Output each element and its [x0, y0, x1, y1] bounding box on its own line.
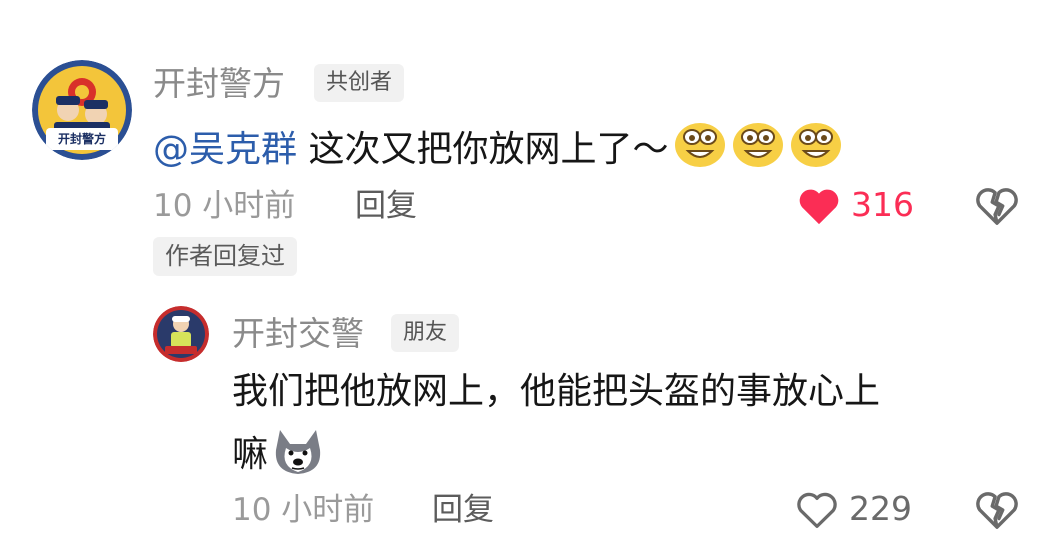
like-count: 316 — [851, 185, 914, 224]
grinning-emoji — [791, 123, 842, 167]
friend-badge: 朋友 — [391, 314, 460, 352]
comment-timestamp: 10 小时前 — [153, 188, 296, 224]
heart-outline-icon — [797, 492, 837, 528]
comment-body: 这次又把你放网上了～ — [297, 129, 669, 170]
comment-author[interactable]: 开封警方 — [153, 62, 285, 106]
reply-like-count: 229 — [849, 489, 912, 528]
reply-text-line2: 嘛 — [232, 426, 326, 479]
reply-dislike-button[interactable] — [974, 488, 1020, 534]
reply-button[interactable]: 回复 — [355, 186, 417, 226]
avatar-kaifeng-police[interactable]: 开封警方 — [32, 60, 132, 160]
dislike-button[interactable] — [974, 184, 1020, 230]
husky-emoji — [275, 430, 321, 474]
reply-author[interactable]: 开封交警 — [232, 312, 364, 356]
traffic-police-avatar-icon — [153, 306, 209, 362]
broken-heart-icon — [976, 492, 1018, 529]
grinning-emoji — [675, 123, 726, 167]
reply-timestamp: 10 小时前 — [232, 492, 375, 528]
cocreator-badge: 共创者 — [314, 64, 405, 102]
avatar-label: 开封警方 — [57, 132, 106, 146]
reply-text-line1: 我们把他放网上，他能把头盔的事放心上 — [232, 371, 881, 412]
comment-text: @吴克群 这次又把你放网上了～ — [153, 121, 842, 174]
grinning-emoji — [733, 123, 784, 167]
heart-filled-icon — [799, 189, 839, 225]
broken-heart-icon — [976, 188, 1018, 225]
mention-link[interactable]: @吴克群 — [153, 129, 297, 170]
reply-text-tail: 嘛 — [232, 434, 269, 475]
author-replied-tag: 作者回复过 — [153, 237, 297, 276]
avatar-kaifeng-traffic-police[interactable] — [153, 306, 209, 362]
reply-reply-button[interactable]: 回复 — [432, 490, 494, 530]
